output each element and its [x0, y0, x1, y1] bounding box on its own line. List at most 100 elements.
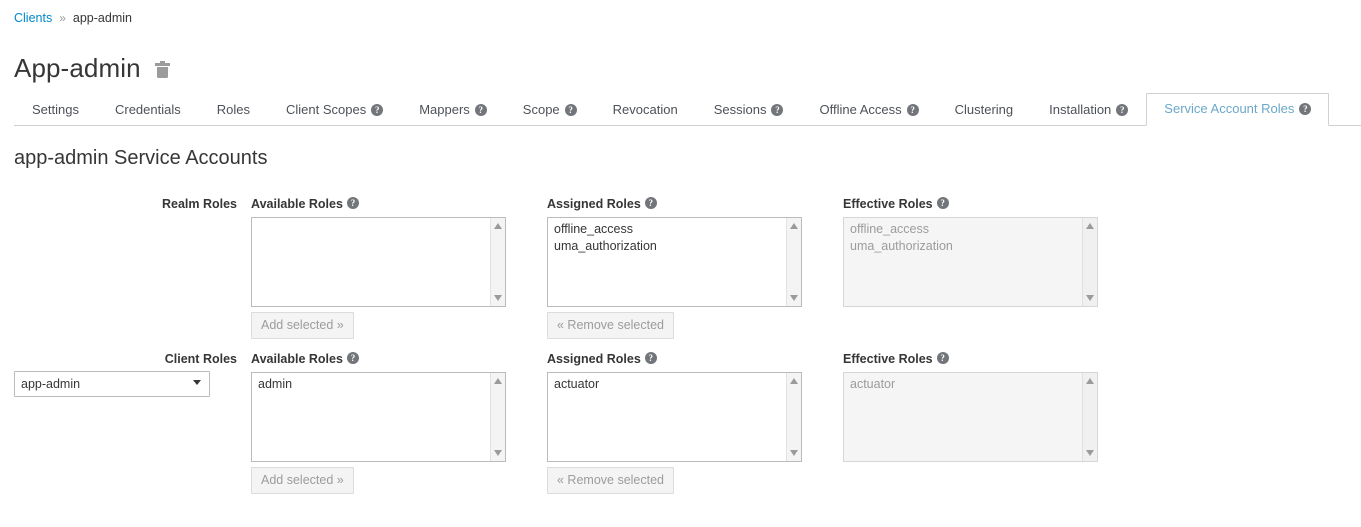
scroll-up-icon[interactable]: [790, 223, 798, 229]
tab-roles[interactable]: Roles: [199, 94, 268, 126]
tab-clustering[interactable]: Clustering: [937, 94, 1032, 126]
scroll-up-icon[interactable]: [790, 378, 798, 384]
help-icon[interactable]: ?: [645, 197, 657, 209]
scrollbar[interactable]: [1082, 218, 1097, 306]
client-assigned-roles-label: Assigned Roles ?: [547, 350, 802, 368]
help-icon[interactable]: ?: [1299, 103, 1311, 115]
help-icon[interactable]: ?: [645, 352, 657, 364]
client-remove-selected-button[interactable]: « Remove selected: [547, 467, 674, 494]
tab-sessions[interactable]: Sessions?: [696, 94, 802, 126]
client-available-roles-listbox[interactable]: admin: [251, 372, 506, 462]
help-icon[interactable]: ?: [907, 104, 919, 116]
tab-revocation[interactable]: Revocation: [595, 94, 696, 126]
tab-label: Installation: [1049, 100, 1111, 119]
client-effective-roles-listbox: actuator: [843, 372, 1098, 462]
tab-label: Client Scopes: [286, 100, 366, 119]
scroll-down-icon[interactable]: [1086, 295, 1094, 301]
realm-available-roles-items: [252, 218, 505, 224]
tab-installation[interactable]: Installation?: [1031, 94, 1146, 126]
client-effective-roles-items: actuator: [844, 373, 1097, 396]
scroll-down-icon[interactable]: [494, 450, 502, 456]
tab-scope[interactable]: Scope?: [505, 94, 595, 126]
list-item[interactable]: offline_access: [554, 221, 795, 238]
client-assigned-roles-label-text: Assigned Roles: [547, 350, 641, 368]
tab-mappers[interactable]: Mappers?: [401, 94, 505, 126]
help-icon[interactable]: ?: [771, 104, 783, 116]
help-icon[interactable]: ?: [937, 352, 949, 364]
tab-label: Roles: [217, 100, 250, 119]
list-item[interactable]: admin: [258, 376, 499, 393]
scroll-up-icon[interactable]: [494, 378, 502, 384]
tab-client-scopes[interactable]: Client Scopes?: [268, 94, 401, 126]
client-roles-select-wrap: app-admin: [14, 371, 210, 397]
realm-effective-roles-label: Effective Roles ?: [843, 195, 1098, 213]
realm-roles-label: Realm Roles: [14, 195, 237, 213]
realm-effective-roles-picker: Effective Roles ? offline_accessuma_auth…: [843, 195, 1098, 307]
tab-label: Clustering: [955, 100, 1014, 119]
realm-effective-roles-items: offline_accessuma_authorization: [844, 218, 1097, 258]
help-icon[interactable]: ?: [371, 104, 383, 116]
scroll-up-icon[interactable]: [494, 223, 502, 229]
client-effective-roles-label: Effective Roles ?: [843, 350, 1098, 368]
scrollbar[interactable]: [490, 218, 505, 306]
client-roles-select[interactable]: app-admin: [14, 371, 210, 397]
tab-label: Settings: [32, 100, 79, 119]
tab-settings[interactable]: Settings: [14, 94, 97, 126]
realm-assigned-roles-listbox[interactable]: offline_accessuma_authorization: [547, 217, 802, 307]
realm-assigned-roles-label: Assigned Roles ?: [547, 195, 802, 213]
scroll-down-icon[interactable]: [1086, 450, 1094, 456]
help-icon[interactable]: ?: [565, 104, 577, 116]
scroll-down-icon[interactable]: [790, 450, 798, 456]
realm-assigned-roles-label-text: Assigned Roles: [547, 195, 641, 213]
section-title: app-admin Service Accounts: [14, 145, 267, 171]
page-title: App-admin: [14, 52, 141, 84]
realm-effective-roles-label-text: Effective Roles: [843, 195, 933, 213]
realm-add-selected-button[interactable]: Add selected »: [251, 312, 354, 339]
scrollbar[interactable]: [786, 373, 801, 461]
tab-label: Offline Access: [819, 100, 901, 119]
help-icon[interactable]: ?: [937, 197, 949, 209]
tab-label: Scope: [523, 100, 560, 119]
tab-service-account-roles[interactable]: Service Account Roles?: [1146, 93, 1329, 126]
client-available-roles-items: admin: [252, 373, 505, 396]
client-assigned-roles-picker: Assigned Roles ? actuator « Remove selec…: [547, 350, 802, 494]
client-available-roles-label-text: Available Roles: [251, 350, 343, 368]
client-assigned-roles-items: actuator: [548, 373, 801, 396]
client-available-roles-picker: Available Roles ? admin Add selected »: [251, 350, 506, 494]
tab-credentials[interactable]: Credentials: [97, 94, 199, 126]
tab-label: Sessions: [714, 100, 767, 119]
realm-available-roles-picker: Available Roles ? Add selected »: [251, 195, 506, 339]
realm-available-roles-label-text: Available Roles: [251, 195, 343, 213]
list-item[interactable]: offline_access: [850, 221, 1091, 238]
list-item[interactable]: uma_authorization: [554, 238, 795, 255]
tab-label: Revocation: [613, 100, 678, 119]
scrollbar[interactable]: [786, 218, 801, 306]
list-item[interactable]: actuator: [554, 376, 795, 393]
breadcrumb-link-clients[interactable]: Clients: [14, 11, 52, 25]
scrollbar[interactable]: [490, 373, 505, 461]
help-icon[interactable]: ?: [475, 104, 487, 116]
page-title-row: App-admin: [14, 52, 170, 84]
scroll-up-icon[interactable]: [1086, 378, 1094, 384]
realm-remove-selected-button[interactable]: « Remove selected: [547, 312, 674, 339]
help-icon[interactable]: ?: [1116, 104, 1128, 116]
scroll-down-icon[interactable]: [790, 295, 798, 301]
tab-label: Mappers: [419, 100, 470, 119]
realm-available-roles-listbox[interactable]: [251, 217, 506, 307]
scrollbar[interactable]: [1082, 373, 1097, 461]
client-available-roles-label: Available Roles ?: [251, 350, 506, 368]
help-icon[interactable]: ?: [347, 197, 359, 209]
realm-available-roles-label: Available Roles ?: [251, 195, 506, 213]
tab-offline-access[interactable]: Offline Access?: [801, 94, 936, 126]
client-add-selected-button[interactable]: Add selected »: [251, 467, 354, 494]
scroll-down-icon[interactable]: [494, 295, 502, 301]
page-root: Clients » app-admin App-admin Settings Cred…: [0, 0, 1361, 527]
scroll-up-icon[interactable]: [1086, 223, 1094, 229]
list-item[interactable]: uma_authorization: [850, 238, 1091, 255]
trash-lid: [155, 63, 170, 66]
list-item[interactable]: actuator: [850, 376, 1091, 393]
client-assigned-roles-listbox[interactable]: actuator: [547, 372, 802, 462]
breadcrumb-separator: »: [59, 11, 66, 25]
help-icon[interactable]: ?: [347, 352, 359, 364]
trash-icon[interactable]: [155, 61, 170, 78]
